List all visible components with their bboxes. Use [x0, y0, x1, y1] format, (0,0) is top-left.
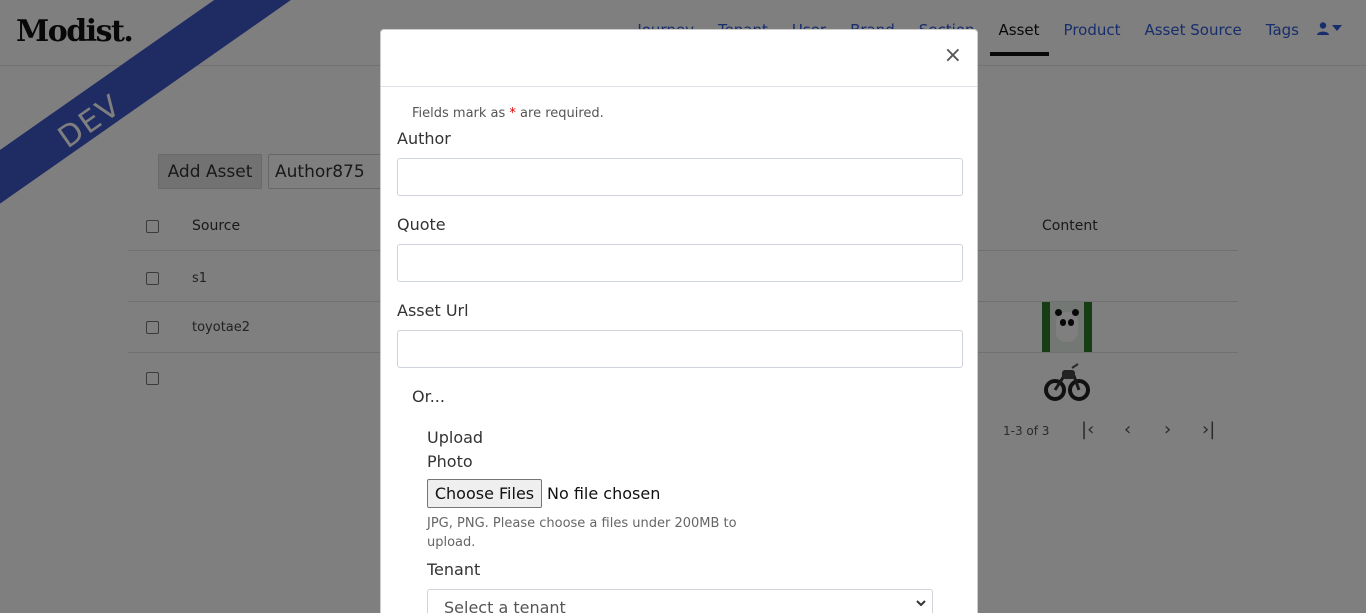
- author-label: Author: [397, 129, 451, 148]
- chevron-down-icon: [916, 600, 926, 607]
- tenant-label: Tenant: [427, 560, 481, 579]
- required-note-suffix: are required.: [515, 106, 604, 121]
- upload-photo-label: Upload Photo: [427, 426, 483, 474]
- author-input[interactable]: [397, 158, 963, 196]
- file-status-text: No file chosen: [547, 484, 661, 503]
- quote-input[interactable]: [397, 244, 963, 282]
- asset-url-label: Asset Url: [397, 301, 469, 320]
- or-separator: Or...: [412, 387, 445, 406]
- upload-label-line1: Upload: [427, 428, 484, 447]
- tenant-select-value: Select a tenant: [444, 598, 566, 613]
- required-note-text: Fields mark as: [412, 106, 510, 121]
- close-icon[interactable]: ×: [944, 44, 962, 68]
- modal-header: ×: [381, 30, 977, 87]
- upload-label-line2: Photo: [427, 452, 473, 471]
- quote-label: Quote: [397, 215, 446, 234]
- add-asset-modal: × Fields mark as * are required. Author …: [380, 29, 978, 613]
- asset-url-input[interactable]: [397, 330, 963, 368]
- required-fields-note: Fields mark as * are required.: [412, 106, 604, 121]
- tenant-select[interactable]: Select a tenant: [427, 589, 933, 613]
- choose-files-button[interactable]: Choose Files: [427, 479, 542, 508]
- upload-help-text: JPG, PNG. Please choose a files under 20…: [427, 516, 737, 550]
